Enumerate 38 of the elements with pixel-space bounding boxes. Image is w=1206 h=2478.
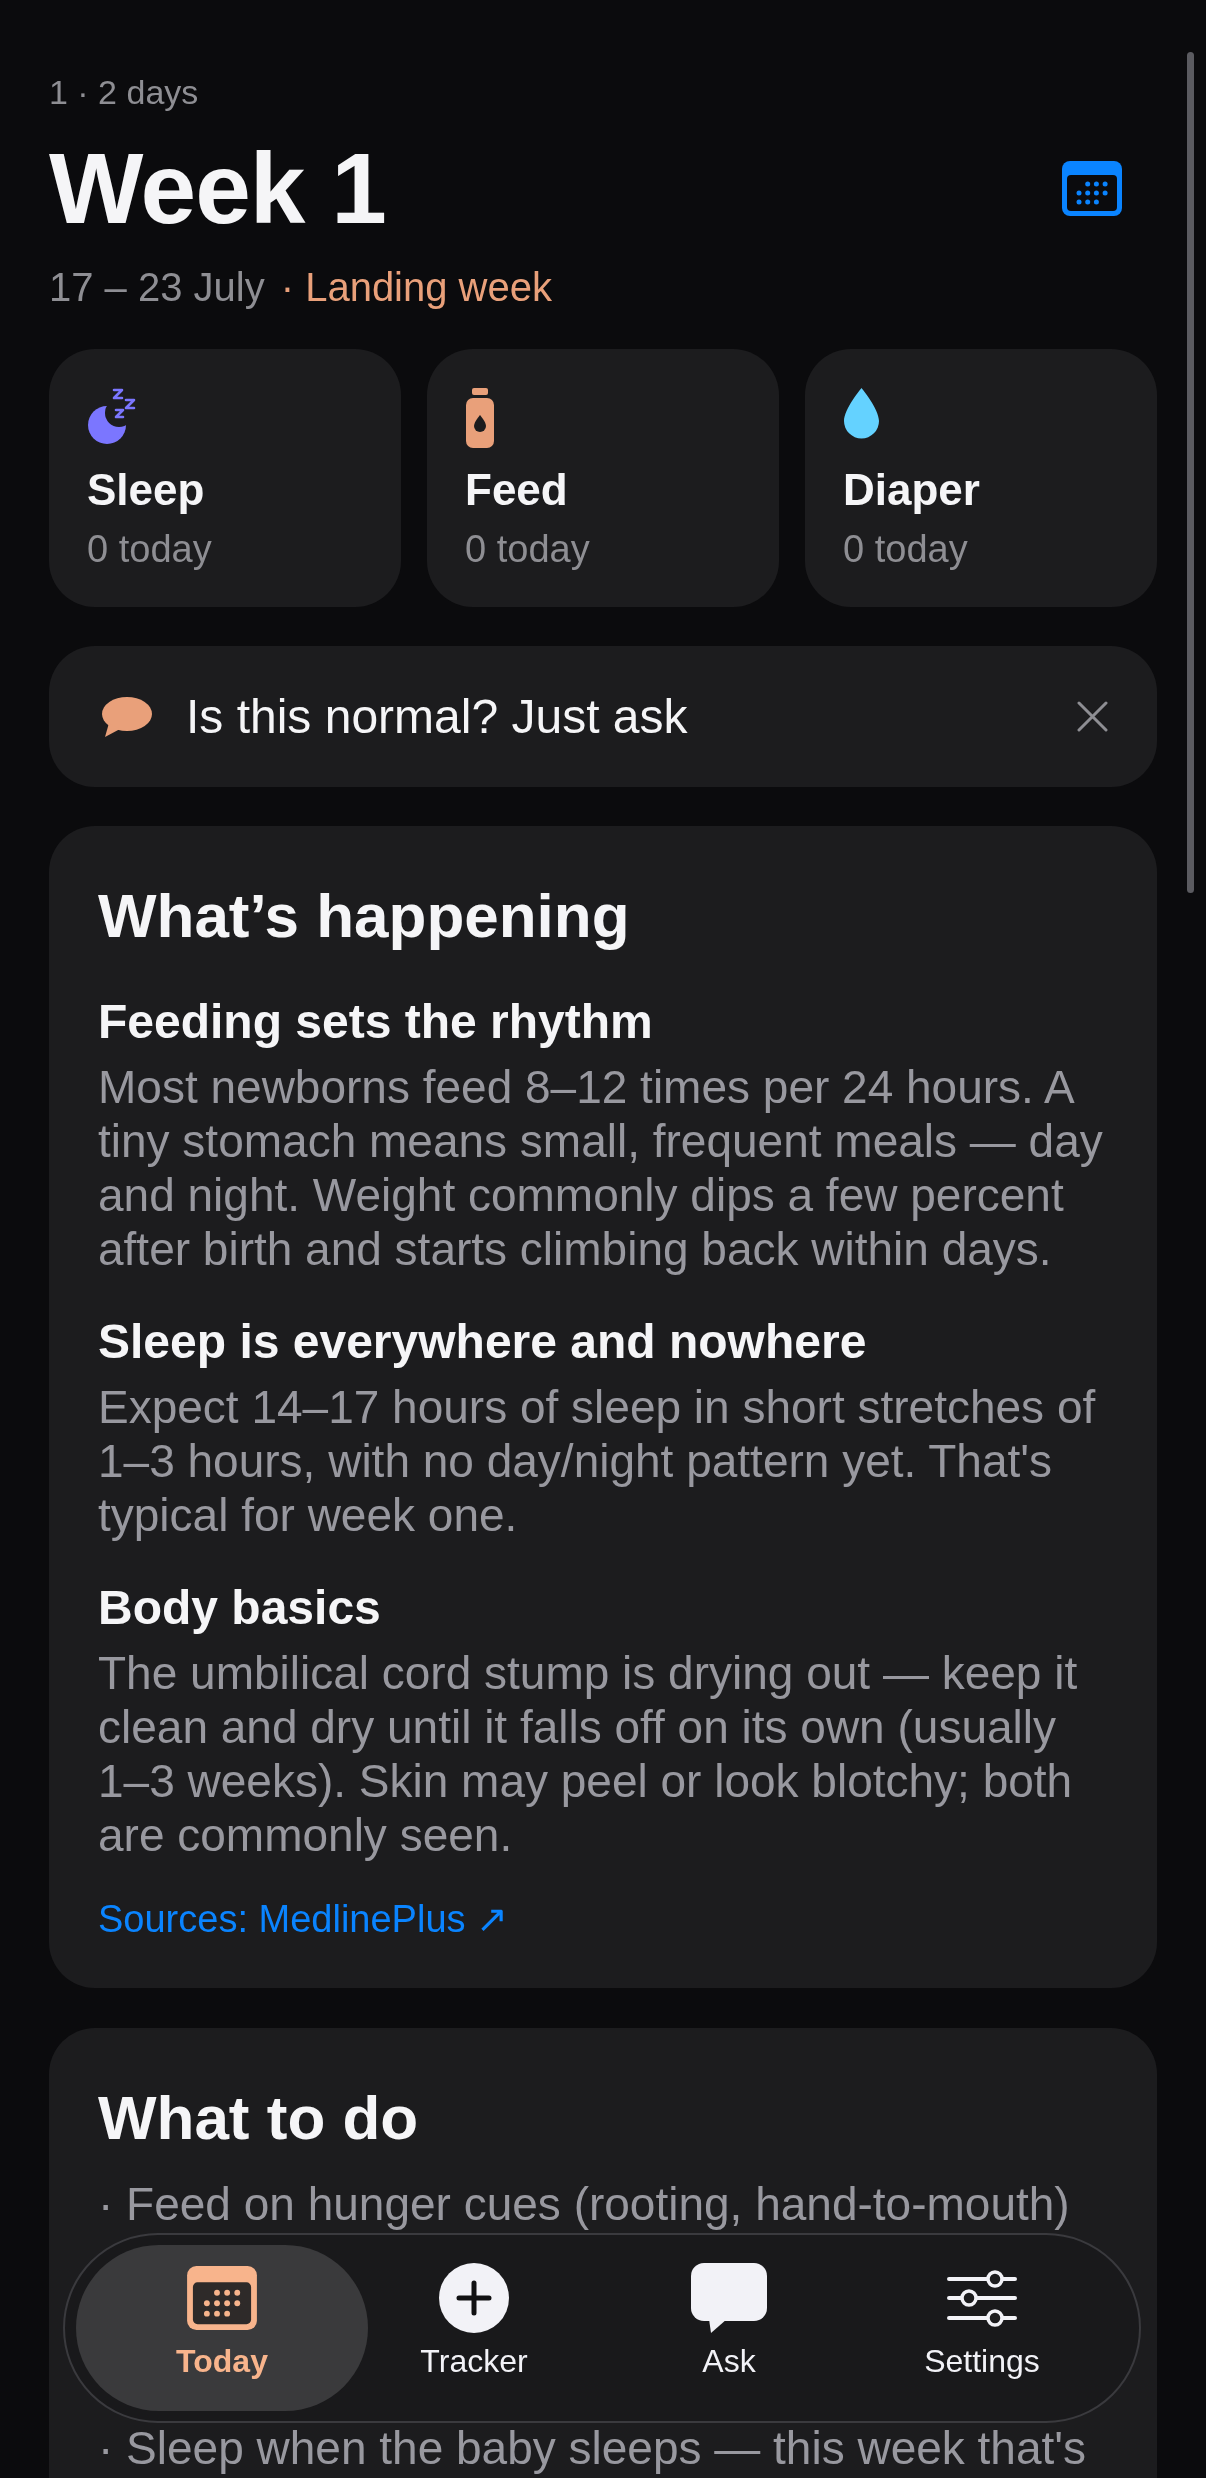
stat-count: 0 today bbox=[465, 527, 590, 572]
section-heading: Body basics bbox=[98, 1580, 381, 1636]
todo-item: · Feed on hunger cues (rooting, hand-to-mouth) bbox=[98, 2180, 1070, 2228]
close-icon bbox=[1077, 701, 1108, 732]
week-title: Week 1 bbox=[49, 133, 386, 243]
tab[interactable]: Today bbox=[76, 2245, 368, 2411]
week-label: · Landing week bbox=[280, 264, 552, 311]
stat-count: 0 today bbox=[87, 527, 212, 572]
section-body: Most newborns feed 8–12 times per 24 hours. A tiny stomach means small, frequent meals — day and night. Weight commonly dips a few percent after birth and starts climbing back within days. bbox=[98, 1060, 1104, 1276]
calendar-icon[interactable] bbox=[1062, 160, 1122, 216]
sources-link[interactable]: Sources: MedlinePlus ↗ bbox=[98, 1896, 509, 1942]
close-button[interactable] bbox=[1077, 701, 1108, 732]
ask-prompt: Is this normal? Just ask bbox=[186, 688, 688, 745]
tab[interactable]: Settings bbox=[878, 2245, 1086, 2411]
section-heading: Feeding sets the rhythm bbox=[98, 994, 653, 1050]
card-title: What’s happening bbox=[98, 880, 630, 952]
section-heading: Sleep is everywhere and nowhere bbox=[98, 1314, 867, 1370]
sliders-icon bbox=[947, 2269, 1017, 2327]
chat-bubble-icon bbox=[100, 696, 152, 737]
speech-bubble-icon bbox=[691, 2263, 767, 2333]
tab[interactable]: Tracker bbox=[368, 2245, 580, 2411]
ask-banner[interactable]: Is this normal? Just ask bbox=[49, 646, 1157, 787]
stat-count: 0 today bbox=[843, 527, 968, 572]
card-title: What to do bbox=[98, 2082, 419, 2154]
stat-label: Sleep bbox=[87, 464, 205, 516]
section-body: The umbilical cord stump is drying out — keep it clean and dry until it falls off on its own (usually 1–3 weeks). Skin may peel or look blotchy; both are commonly seen. bbox=[98, 1646, 1079, 1862]
plus-circle-icon bbox=[439, 2263, 509, 2333]
stat-label: Diaper bbox=[843, 464, 980, 516]
stat-card[interactable]: Feed 0 today bbox=[427, 349, 779, 607]
stat-card[interactable]: Sleep 0 today bbox=[49, 349, 401, 607]
section-body: Expect 14–17 hours of sleep in short stretches of 1–3 hours, with no day/night pattern yet. That's typical for week one. bbox=[98, 1380, 1097, 1542]
date-range: 17 – 23 July bbox=[49, 264, 265, 311]
tab[interactable]: Ask bbox=[580, 2245, 878, 2411]
stat-label: Feed bbox=[465, 464, 568, 516]
stat-card[interactable]: Diaper 0 today bbox=[805, 349, 1157, 607]
todo-item: · Sleep when the baby sleeps — this week that's bbox=[98, 2424, 1087, 2472]
age-label: 1 · 2 days bbox=[49, 72, 199, 113]
calendar-icon bbox=[187, 2266, 257, 2330]
